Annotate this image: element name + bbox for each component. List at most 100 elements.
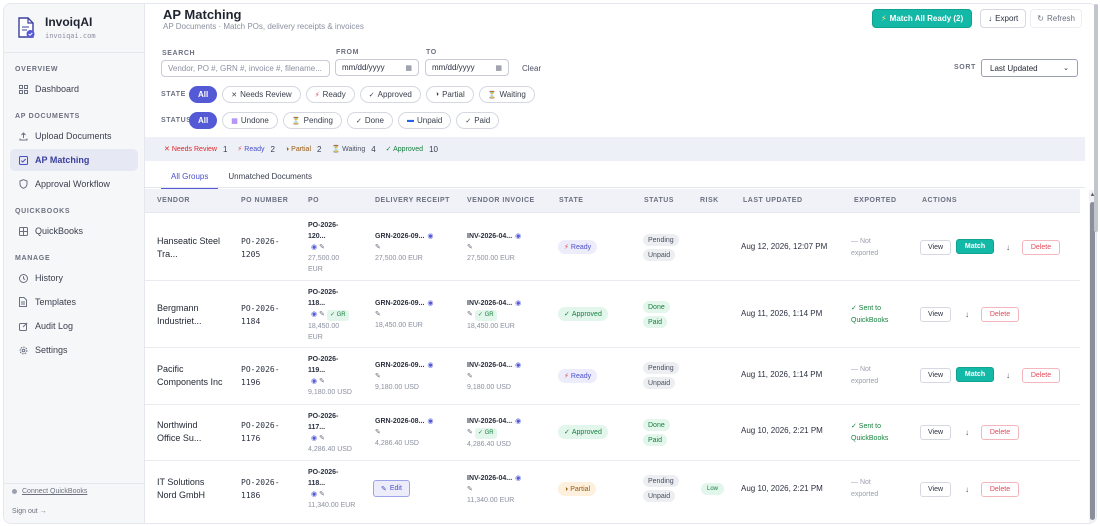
column-header[interactable]: DELIVERY RECEIPT (375, 197, 450, 204)
sidebar-item-ap-matching[interactable]: AP Matching (10, 149, 138, 171)
eye-icon[interactable]: ◉ (515, 475, 521, 482)
po-doc-name[interactable]: 118... (308, 298, 349, 309)
scrollbar-thumb[interactable] (1090, 202, 1095, 520)
eye-icon[interactable]: ◉ (311, 311, 317, 318)
po-doc-name[interactable]: PO-2026- (308, 287, 349, 298)
table-scrollbar[interactable]: ▲ (1089, 190, 1096, 523)
view-button[interactable]: View (920, 240, 951, 255)
column-header[interactable]: STATUS (644, 197, 674, 204)
state-chip-partial[interactable]: ◑ Partial (425, 86, 474, 103)
view-button[interactable]: View (920, 482, 951, 497)
sidebar-item-upload[interactable]: Upload Documents (10, 125, 138, 147)
download-icon[interactable]: ↓ (1003, 240, 1013, 255)
summary-waiting[interactable]: ⏳ Waiting 4 (331, 145, 375, 154)
column-header[interactable]: ACTIONS (922, 197, 957, 204)
search-input[interactable]: Vendor, PO #, GRN #, invoice #, filename… (161, 60, 330, 77)
eye-icon[interactable]: ◉ (311, 378, 317, 385)
view-button[interactable]: View (920, 307, 951, 322)
invoice-doc-name[interactable]: INV-2026-04... (467, 475, 512, 482)
tab-all-groups[interactable]: All Groups (161, 166, 219, 189)
eye-icon[interactable]: ◉ (427, 418, 433, 425)
column-header[interactable]: VENDOR (157, 197, 190, 204)
sidebar-item-audit-log[interactable]: Audit Log (10, 315, 138, 337)
delete-button[interactable]: Delete (981, 307, 1019, 322)
eye-icon[interactable]: ◉ (427, 300, 433, 307)
column-header[interactable]: VENDOR INVOICE (467, 197, 535, 204)
status-chip-undone[interactable]: ▦ Undone (222, 112, 278, 129)
po-doc-name[interactable]: PO-2026- (308, 411, 352, 422)
download-icon[interactable]: ↓ (962, 307, 972, 322)
status-chip-done[interactable]: ✓ Done (346, 112, 393, 129)
po-doc-name[interactable]: PO-2026- (308, 467, 355, 478)
pencil-icon[interactable]: ✎ (319, 311, 325, 318)
table-row[interactable]: Bergmann Industriet... PO-2026- 1184 PO-… (145, 281, 1080, 348)
status-chip-paid[interactable]: ✓ Paid (456, 112, 500, 129)
summary-ready[interactable]: ⚡ Ready 2 (237, 145, 275, 154)
summary-approved[interactable]: ✓ Approved 10 (386, 145, 438, 154)
table-row[interactable]: Hanseatic Steel Tra... PO-2026- 1205 PO-… (145, 214, 1080, 281)
sidebar-item-templates[interactable]: Templates (10, 291, 138, 313)
pencil-icon[interactable]: ✎ (319, 491, 325, 498)
eye-icon[interactable]: ◉ (515, 233, 521, 240)
download-icon[interactable]: ↓ (962, 425, 972, 440)
po-doc-name[interactable]: 118... (308, 478, 355, 489)
download-icon[interactable]: ↓ (962, 482, 972, 497)
calendar-icon[interactable]: ▦ (405, 64, 412, 72)
po-doc-name[interactable]: 119... (308, 365, 352, 376)
pencil-icon[interactable]: ✎ (467, 429, 473, 436)
invoice-doc-name[interactable]: INV-2026-04... (467, 362, 512, 369)
eye-icon[interactable]: ◉ (515, 300, 521, 307)
pencil-icon[interactable]: ✎ (319, 435, 325, 442)
page-scrollbar-thumb[interactable] (1094, 4, 1098, 232)
column-header[interactable]: LAST UPDATED (743, 197, 803, 204)
column-header[interactable]: PO (308, 197, 319, 204)
sidebar-item-history[interactable]: History (10, 267, 138, 289)
sort-select[interactable]: Last Updated ⌄ (981, 59, 1078, 77)
status-chip-all[interactable]: All (189, 112, 218, 129)
summary-partial[interactable]: ◑ Partial 2 (285, 145, 321, 154)
column-header[interactable]: RISK (700, 197, 719, 204)
delete-button[interactable]: Delete (981, 482, 1019, 497)
status-chip-pending[interactable]: ⏳ Pending (282, 112, 342, 129)
pencil-icon[interactable]: ✎ (467, 484, 521, 495)
column-header[interactable]: STATE (559, 197, 583, 204)
tab-unmatched-documents[interactable]: Unmatched Documents (218, 166, 322, 189)
status-chip-unpaid[interactable]: ▬ Unpaid (397, 112, 452, 129)
match-button[interactable]: Match (956, 367, 994, 382)
refresh-button[interactable]: ↻ Refresh (1030, 9, 1082, 28)
page-scrollbar[interactable] (1092, 0, 1100, 232)
match-button[interactable]: Match (956, 239, 994, 254)
sidebar-item-settings[interactable]: Settings (10, 339, 138, 361)
edit-delivery-receipt-button[interactable]: ✎ Edit (373, 480, 410, 497)
pencil-icon[interactable]: ✎ (375, 427, 434, 438)
clear-filters-button[interactable]: Clear (522, 64, 541, 73)
summary-needs-review[interactable]: ✕ Needs Review 1 (164, 145, 227, 154)
delete-button[interactable]: Delete (1022, 368, 1060, 383)
table-row[interactable]: Pacific Components Inc PO-2026- 1196 PO-… (145, 348, 1080, 405)
state-chip-ready[interactable]: ⚡ Ready (305, 86, 355, 103)
eye-icon[interactable]: ◉ (427, 362, 433, 369)
po-doc-name[interactable]: 120... (308, 231, 339, 242)
eye-icon[interactable]: ◉ (311, 435, 317, 442)
connect-quickbooks-link[interactable]: Connect QuickBooks (12, 488, 87, 495)
delete-button[interactable]: Delete (981, 425, 1019, 440)
eye-icon[interactable]: ◉ (427, 233, 433, 240)
eye-icon[interactable]: ◉ (311, 244, 317, 251)
pencil-icon[interactable]: ✎ (467, 242, 521, 253)
pencil-icon[interactable]: ✎ (375, 371, 434, 382)
grn-doc-name[interactable]: GRN-2026-09... (375, 300, 424, 307)
calendar-icon[interactable]: ▦ (495, 64, 502, 72)
grn-doc-name[interactable]: GRN-2026-09... (375, 362, 424, 369)
column-header[interactable]: PO NUMBER (241, 197, 288, 204)
export-button[interactable]: ↓ Export (980, 9, 1027, 28)
table-row[interactable]: Northwind Office Su... PO-2026- 1176 PO-… (145, 405, 1080, 461)
pencil-icon[interactable]: ✎ (375, 309, 434, 320)
brand[interactable]: InvoiqAI invoiqai.com (16, 15, 96, 40)
sidebar-item-dashboard[interactable]: Dashboard (10, 78, 138, 100)
pencil-icon[interactable]: ✎ (467, 371, 521, 382)
po-doc-name[interactable]: PO-2026- (308, 220, 339, 231)
view-button[interactable]: View (920, 368, 951, 383)
eye-icon[interactable]: ◉ (515, 362, 521, 369)
state-chip-waiting[interactable]: ⏳ Waiting (478, 86, 535, 103)
pencil-icon[interactable]: ✎ (467, 311, 473, 318)
